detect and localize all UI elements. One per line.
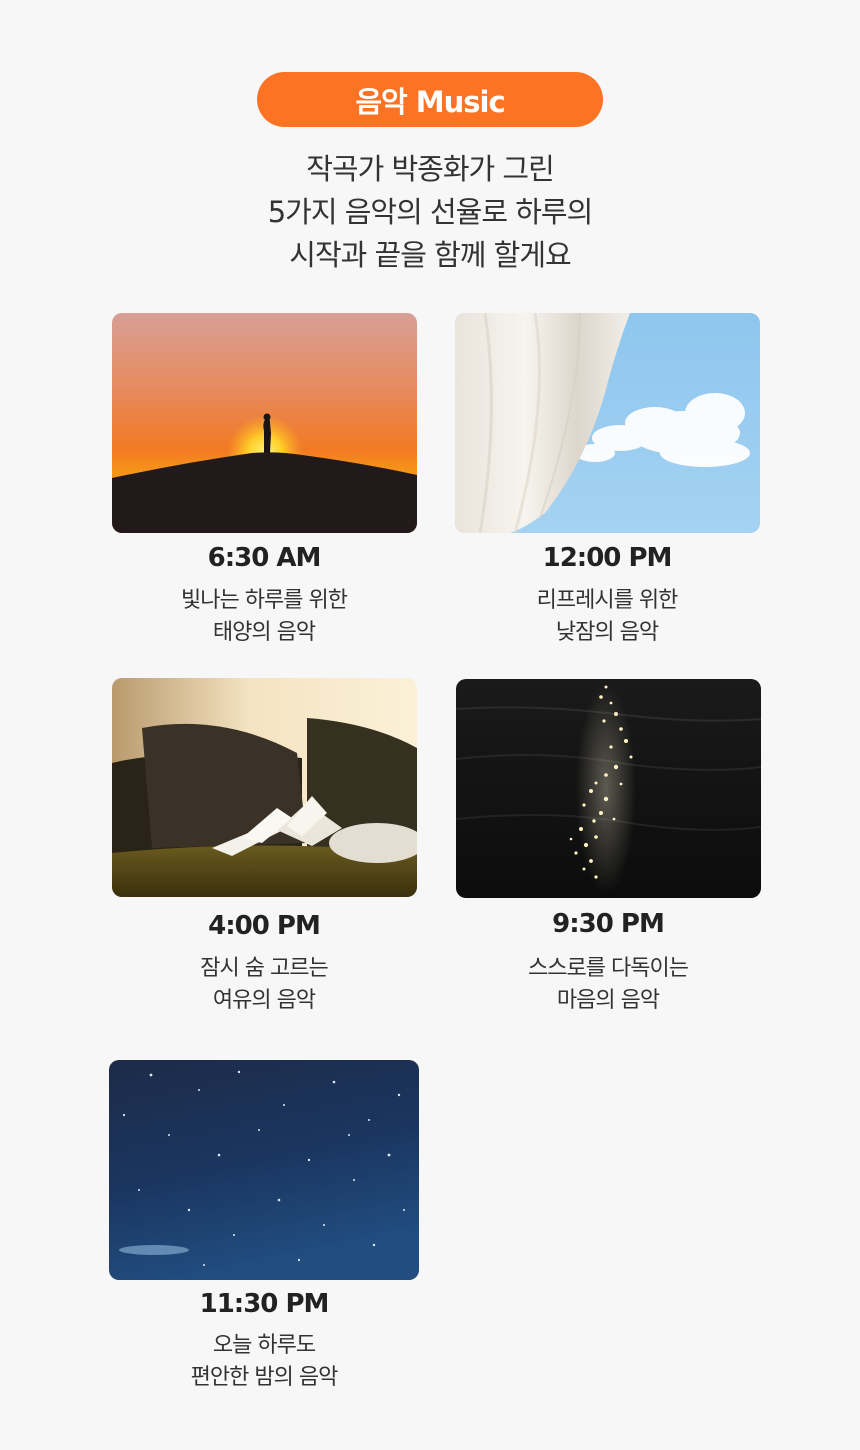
section-intro: 작곡가 박종화가 그린 5가지 음악의 선율로 하루의 시작과 끝을 함께 할게… bbox=[0, 148, 860, 277]
intro-line: 시작과 끝을 함께 할게요 bbox=[289, 238, 571, 272]
card-description-line: 리프레시를 위한 bbox=[536, 588, 679, 613]
card-description-line: 잠시 숨 고르는 bbox=[200, 956, 328, 981]
sofa-book-photo[interactable] bbox=[112, 678, 417, 897]
intro-line: 5가지 음악의 선율로 하루의 bbox=[267, 195, 594, 229]
card-description: 스스로를 다독이는 마음의 음악 bbox=[443, 953, 773, 1017]
card-description: 잠시 숨 고르는 여유의 음악 bbox=[99, 953, 429, 1017]
music-section-badge: 음악 Music bbox=[257, 72, 603, 127]
card-description-line: 스스로를 다독이는 bbox=[528, 956, 689, 981]
card-description-line: 빛나는 하루를 위한 bbox=[181, 588, 348, 613]
night-sea-photo[interactable] bbox=[456, 679, 761, 898]
card-time: 9:30 PM bbox=[552, 909, 665, 939]
card-description: 오늘 하루도 편안한 밤의 음악 bbox=[99, 1330, 429, 1394]
card-description-line: 마음의 음악 bbox=[556, 988, 660, 1013]
starry-sky-photo[interactable] bbox=[109, 1060, 419, 1280]
card-description-line: 태양의 음악 bbox=[212, 620, 316, 645]
card-description: 빛나는 하루를 위한 태양의 음악 bbox=[99, 585, 429, 649]
card-description: 리프레시를 위한 낮잠의 음악 bbox=[442, 585, 772, 649]
card-time: 4:00 PM bbox=[208, 911, 321, 941]
intro-line: 작곡가 박종화가 그린 bbox=[306, 152, 555, 186]
sunrise-silhouette-photo[interactable] bbox=[112, 313, 417, 533]
card-description-line: 편안한 밤의 음악 bbox=[190, 1365, 339, 1390]
card-description-line: 오늘 하루도 bbox=[212, 1333, 316, 1358]
card-time: 11:30 PM bbox=[199, 1289, 330, 1319]
card-time: 6:30 AM bbox=[207, 543, 322, 573]
card-description-line: 여유의 음악 bbox=[212, 988, 316, 1013]
curtain-sky-photo[interactable] bbox=[455, 313, 760, 533]
card-time: 12:00 PM bbox=[542, 543, 673, 573]
card-description-line: 낮잠의 음악 bbox=[555, 620, 659, 645]
